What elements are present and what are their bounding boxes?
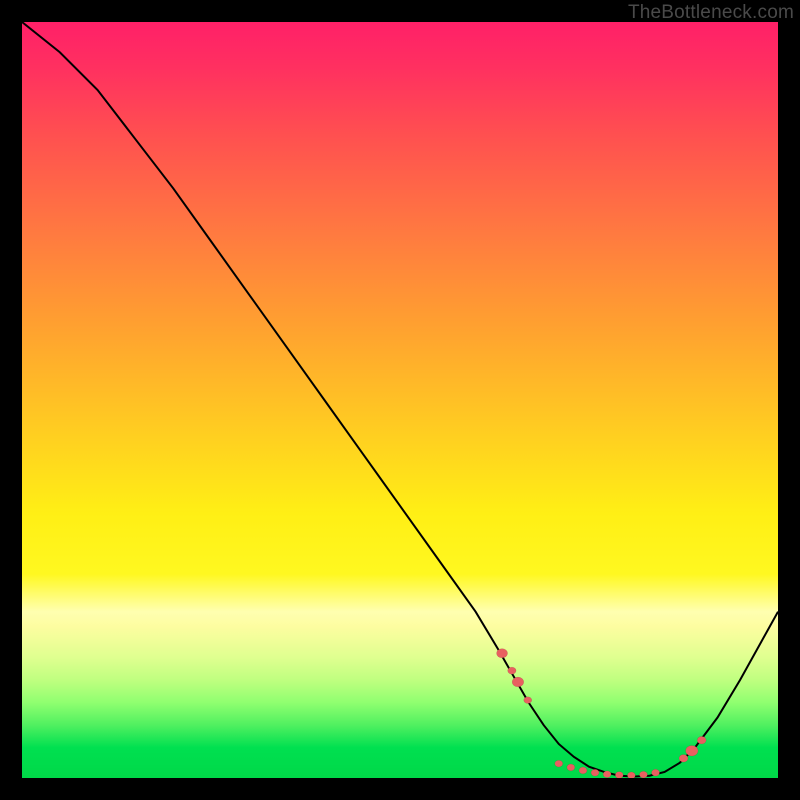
curve-line (22, 22, 778, 776)
data-marker (652, 769, 660, 776)
data-marker (679, 755, 688, 763)
data-marker (512, 677, 524, 687)
data-marker (555, 760, 563, 767)
chart-svg (22, 22, 778, 778)
watermark-text: TheBottleneck.com (628, 2, 794, 24)
data-marker (591, 769, 599, 776)
data-marker (627, 772, 635, 778)
data-marker (697, 736, 706, 744)
data-marker (686, 746, 698, 757)
chart-frame (22, 22, 778, 778)
data-marker (579, 767, 587, 774)
data-marker (567, 764, 575, 771)
data-marker (508, 667, 516, 674)
data-marker (524, 697, 532, 704)
data-marker (603, 771, 611, 778)
markers-group (497, 649, 707, 778)
data-marker (497, 649, 508, 658)
data-marker (639, 771, 647, 778)
data-marker (615, 772, 623, 778)
